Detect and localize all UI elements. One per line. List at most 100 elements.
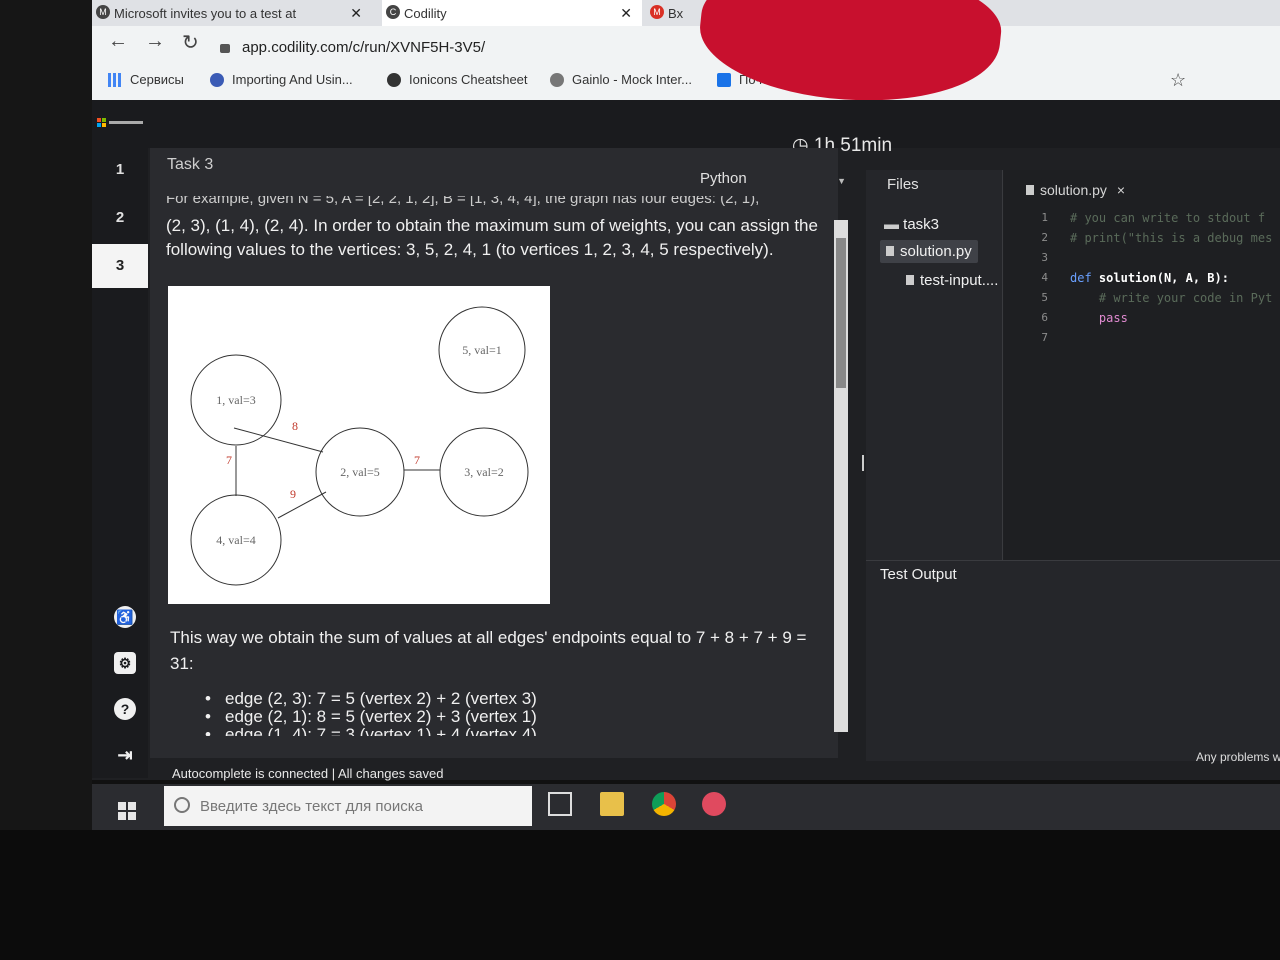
- folder-label: task3: [903, 216, 940, 233]
- code-line: # you can write to stdout f: [1070, 211, 1266, 225]
- bookmark-importing[interactable]: Importing And Usin...: [210, 72, 353, 87]
- help-icon[interactable]: ?: [114, 698, 136, 720]
- gainlo-icon: [550, 72, 564, 87]
- list-item: edge (2, 3): 7 = 5 (vertex 2) + 2 (verte…: [205, 690, 537, 708]
- code-line: # print("this is a debug mes: [1070, 231, 1273, 245]
- editor-tab-solution[interactable]: solution.py ×: [1026, 182, 1125, 198]
- tab-label: Microsoft invites you to a test at: [114, 5, 297, 21]
- ionicons-icon: [387, 72, 401, 87]
- node-label: 2, val=5: [340, 465, 379, 479]
- close-tab-icon[interactable]: ✕: [620, 5, 632, 22]
- graph-diagram: 5, val=1 1, val=3 2, val=5 3, val=2 4, v…: [168, 286, 550, 604]
- keyword: pass: [1098, 311, 1128, 325]
- code-line: pass: [1070, 308, 1280, 328]
- folder-task3[interactable]: ▬ task3: [884, 216, 939, 233]
- file-label: test-input....: [920, 272, 999, 289]
- url-text: app.codility.com/c/run/XVNF5H-3V5/: [242, 38, 486, 56]
- bookmarks-bar: Сервисы Importing And Usin... Ionicons C…: [100, 68, 1280, 96]
- explanation-text: This way we obtain the sum of values at …: [170, 628, 807, 673]
- tab-gmail[interactable]: M Bx: [646, 0, 706, 26]
- line-number: 5: [1041, 291, 1048, 304]
- microsoft-logo: [97, 116, 157, 132]
- file-test-input[interactable]: test-input....: [906, 272, 998, 289]
- desc-line: (2, 3), (1, 4), (2, 4). In order to obta…: [166, 216, 818, 235]
- code-line: def solution(N, A, B):: [1070, 268, 1280, 288]
- task-title: Task 3: [167, 156, 214, 173]
- list-item: edge (1, 4): 7 = 3 (vertex 1) + 4 (verte…: [205, 726, 537, 736]
- editor-tab-label: solution.py: [1040, 182, 1107, 198]
- search-icon: [174, 797, 190, 813]
- taskbar-search-input[interactable]: Введите здесь текст для поиска: [164, 786, 532, 826]
- apps-icon: [108, 72, 122, 87]
- bookmark-label: Ionicons Cheatsheet: [409, 72, 528, 87]
- background-bottom: [0, 830, 1280, 960]
- file-icon: [906, 275, 914, 285]
- task-description: For example, given N = 5, A = [2, 2, 1, …: [166, 196, 838, 262]
- accessibility-icon[interactable]: ♿: [114, 606, 136, 628]
- line-numbers: 1 2 3 4 5 6 7: [1034, 208, 1048, 348]
- task-tab-2[interactable]: 2: [92, 196, 148, 240]
- status-text: Autocomplete is connected | All changes …: [172, 766, 444, 781]
- bookmark-ionicons[interactable]: Ionicons Cheatsheet: [387, 72, 528, 87]
- keyword: def: [1070, 271, 1092, 285]
- edge-weight: 7: [226, 453, 232, 467]
- test-output-panel: [866, 560, 1280, 761]
- folder-icon: ▬: [884, 216, 899, 233]
- line-number: 4: [1041, 271, 1048, 284]
- scrollbar-thumb[interactable]: [836, 238, 846, 388]
- task-view-icon[interactable]: [548, 792, 572, 816]
- ms-icon: M: [96, 5, 110, 19]
- bookmark-gainlo[interactable]: Gainlo - Mock Inter...: [550, 72, 692, 87]
- file-icon: [886, 246, 894, 256]
- line-number: 3: [1041, 251, 1048, 264]
- line-number: 2: [1041, 231, 1048, 244]
- back-icon[interactable]: ←: [108, 30, 128, 53]
- files-title: Files: [887, 176, 919, 193]
- background-left: [0, 0, 92, 960]
- reload-icon[interactable]: ↻: [182, 30, 199, 55]
- test-output-title: Test Output: [880, 566, 957, 583]
- comment: # write your code in Pyt: [1098, 291, 1273, 305]
- line-number: 6: [1041, 311, 1048, 324]
- function-signature: solution(N, A, B):: [1098, 271, 1229, 285]
- language-value: Python: [700, 170, 747, 187]
- file-solution[interactable]: solution.py: [880, 240, 978, 263]
- gmail-icon: M: [650, 5, 664, 19]
- tab-codility[interactable]: C Codility ✕: [382, 0, 642, 26]
- bookmark-services[interactable]: Сервисы: [108, 72, 184, 87]
- tab-microsoft[interactable]: M Microsoft invites you to a test at ✕: [92, 0, 372, 26]
- chrome-icon[interactable]: [652, 792, 676, 816]
- close-icon[interactable]: ×: [1117, 182, 1125, 198]
- node-label: 4, val=4: [216, 533, 255, 547]
- file-label: solution.py: [900, 243, 972, 260]
- app-header: [92, 100, 1280, 148]
- task-tab-1[interactable]: 1: [92, 148, 148, 192]
- chevron-down-icon: ▼: [837, 176, 846, 186]
- edge-weight: 9: [290, 487, 296, 501]
- desc-line: following values to the vertices: 3, 5, …: [166, 240, 774, 259]
- desc-line-cut: For example, given N = 5, A = [2, 2, 1, …: [166, 196, 760, 206]
- language-select[interactable]: Python ▼: [700, 170, 850, 192]
- edge-weight: 8: [292, 419, 298, 433]
- gear-icon[interactable]: ⚙: [114, 652, 136, 674]
- file-explorer-icon[interactable]: [600, 792, 624, 816]
- node-label: 1, val=3: [216, 393, 255, 407]
- close-tab-icon[interactable]: ✕: [350, 5, 362, 22]
- code-content[interactable]: # you can write to stdout f # print("this…: [1070, 208, 1280, 348]
- app-icon[interactable]: [702, 792, 726, 816]
- forward-icon[interactable]: →: [145, 30, 165, 53]
- windows-start-icon[interactable]: [118, 802, 136, 820]
- bookmark-icon: [717, 72, 731, 87]
- line-number: 7: [1041, 331, 1048, 344]
- edge-list: edge (2, 3): 7 = 5 (vertex 2) + 2 (verte…: [205, 690, 537, 737]
- site-icon: [210, 72, 224, 87]
- codility-icon: C: [386, 5, 400, 19]
- problems-link[interactable]: Any problems w: [1196, 750, 1280, 764]
- logout-icon[interactable]: ⇥: [114, 744, 136, 766]
- task-tab-3[interactable]: 3: [92, 244, 148, 288]
- bookmark-label: Сервисы: [130, 72, 184, 87]
- tab-label: Codility: [404, 5, 447, 21]
- line-number: 1: [1041, 211, 1048, 224]
